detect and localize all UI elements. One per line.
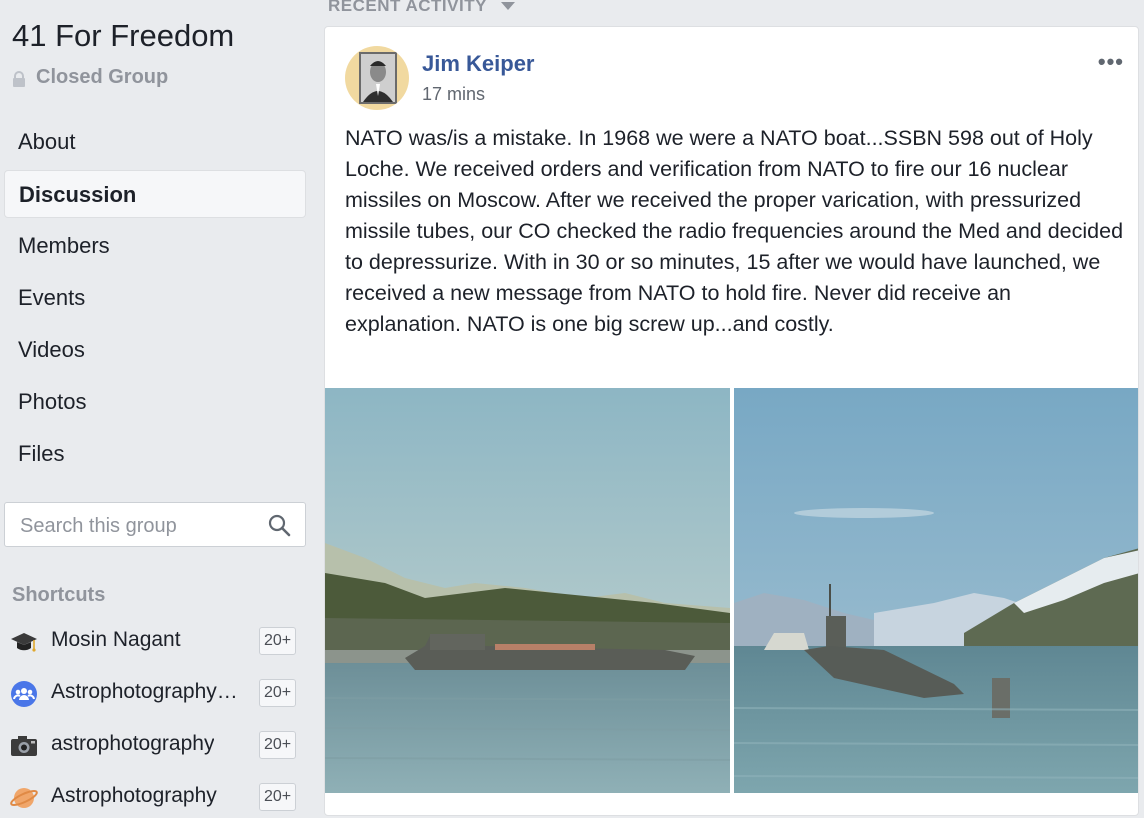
nav-item-files[interactable]: Files xyxy=(4,430,306,478)
caret-down-icon xyxy=(500,2,515,10)
group-privacy: Closed Group xyxy=(12,66,168,89)
post-text: NATO was/is a mistake. In 1968 we were a… xyxy=(345,126,1124,336)
shortcut-item[interactable]: Mosin Nagant 20+ xyxy=(10,622,300,662)
lock-icon xyxy=(12,70,26,87)
camera-icon xyxy=(10,732,38,760)
shortcut-item[interactable]: Astrophotography 20+ xyxy=(10,778,300,818)
group-sidebar: 41 For Freedom Closed Group About Discus… xyxy=(0,0,310,811)
post-timestamp[interactable]: 17 mins xyxy=(422,84,485,105)
group-title[interactable]: 41 For Freedom xyxy=(12,18,234,54)
nav-item-videos[interactable]: Videos xyxy=(4,326,306,374)
shortcut-item[interactable]: Astrophotography… 20+ xyxy=(10,674,300,714)
search-icon[interactable] xyxy=(267,513,291,542)
nav-item-discussion[interactable]: Discussion xyxy=(4,170,306,218)
avatar[interactable] xyxy=(345,46,409,110)
shortcut-count-badge: 20+ xyxy=(259,731,297,759)
shortcut-count-badge: 20+ xyxy=(259,679,297,707)
group-search xyxy=(4,502,306,547)
nav-item-members[interactable]: Members xyxy=(4,222,306,270)
graduation-cap-icon xyxy=(10,628,38,656)
group-nav: About Discussion Members Events Videos P… xyxy=(4,118,306,482)
feed-sort-label: RECENT ACTIVITY xyxy=(328,0,487,15)
post-photo[interactable] xyxy=(325,388,730,793)
search-input[interactable] xyxy=(18,512,262,540)
group-privacy-label: Closed Group xyxy=(36,66,169,88)
post-author-link[interactable]: Jim Keiper xyxy=(422,51,535,77)
post-photo[interactable] xyxy=(734,388,1138,793)
shortcut-label: astrophotography xyxy=(51,732,215,755)
nav-item-about[interactable]: About xyxy=(4,118,306,166)
shortcut-label: Astrophotography xyxy=(51,784,217,807)
group-icon xyxy=(10,680,38,708)
feed-sort-dropdown[interactable]: RECENT ACTIVITY xyxy=(328,0,515,16)
more-options-icon[interactable]: ••• xyxy=(1098,49,1124,75)
shortcut-label: Mosin Nagant xyxy=(51,628,181,651)
feed-post: Jim Keiper 17 mins ••• NATO was/is a mis… xyxy=(324,26,1139,816)
shortcut-label: Astrophotography… xyxy=(51,680,238,703)
planet-icon xyxy=(10,784,38,812)
shortcut-count-badge: 20+ xyxy=(259,783,297,811)
nav-item-photos[interactable]: Photos xyxy=(4,378,306,426)
shortcuts-heading: Shortcuts xyxy=(12,584,106,606)
shortcut-count-badge: 20+ xyxy=(259,627,297,655)
nav-item-events[interactable]: Events xyxy=(4,274,306,322)
shortcut-item[interactable]: astrophotography 20+ xyxy=(10,726,300,766)
